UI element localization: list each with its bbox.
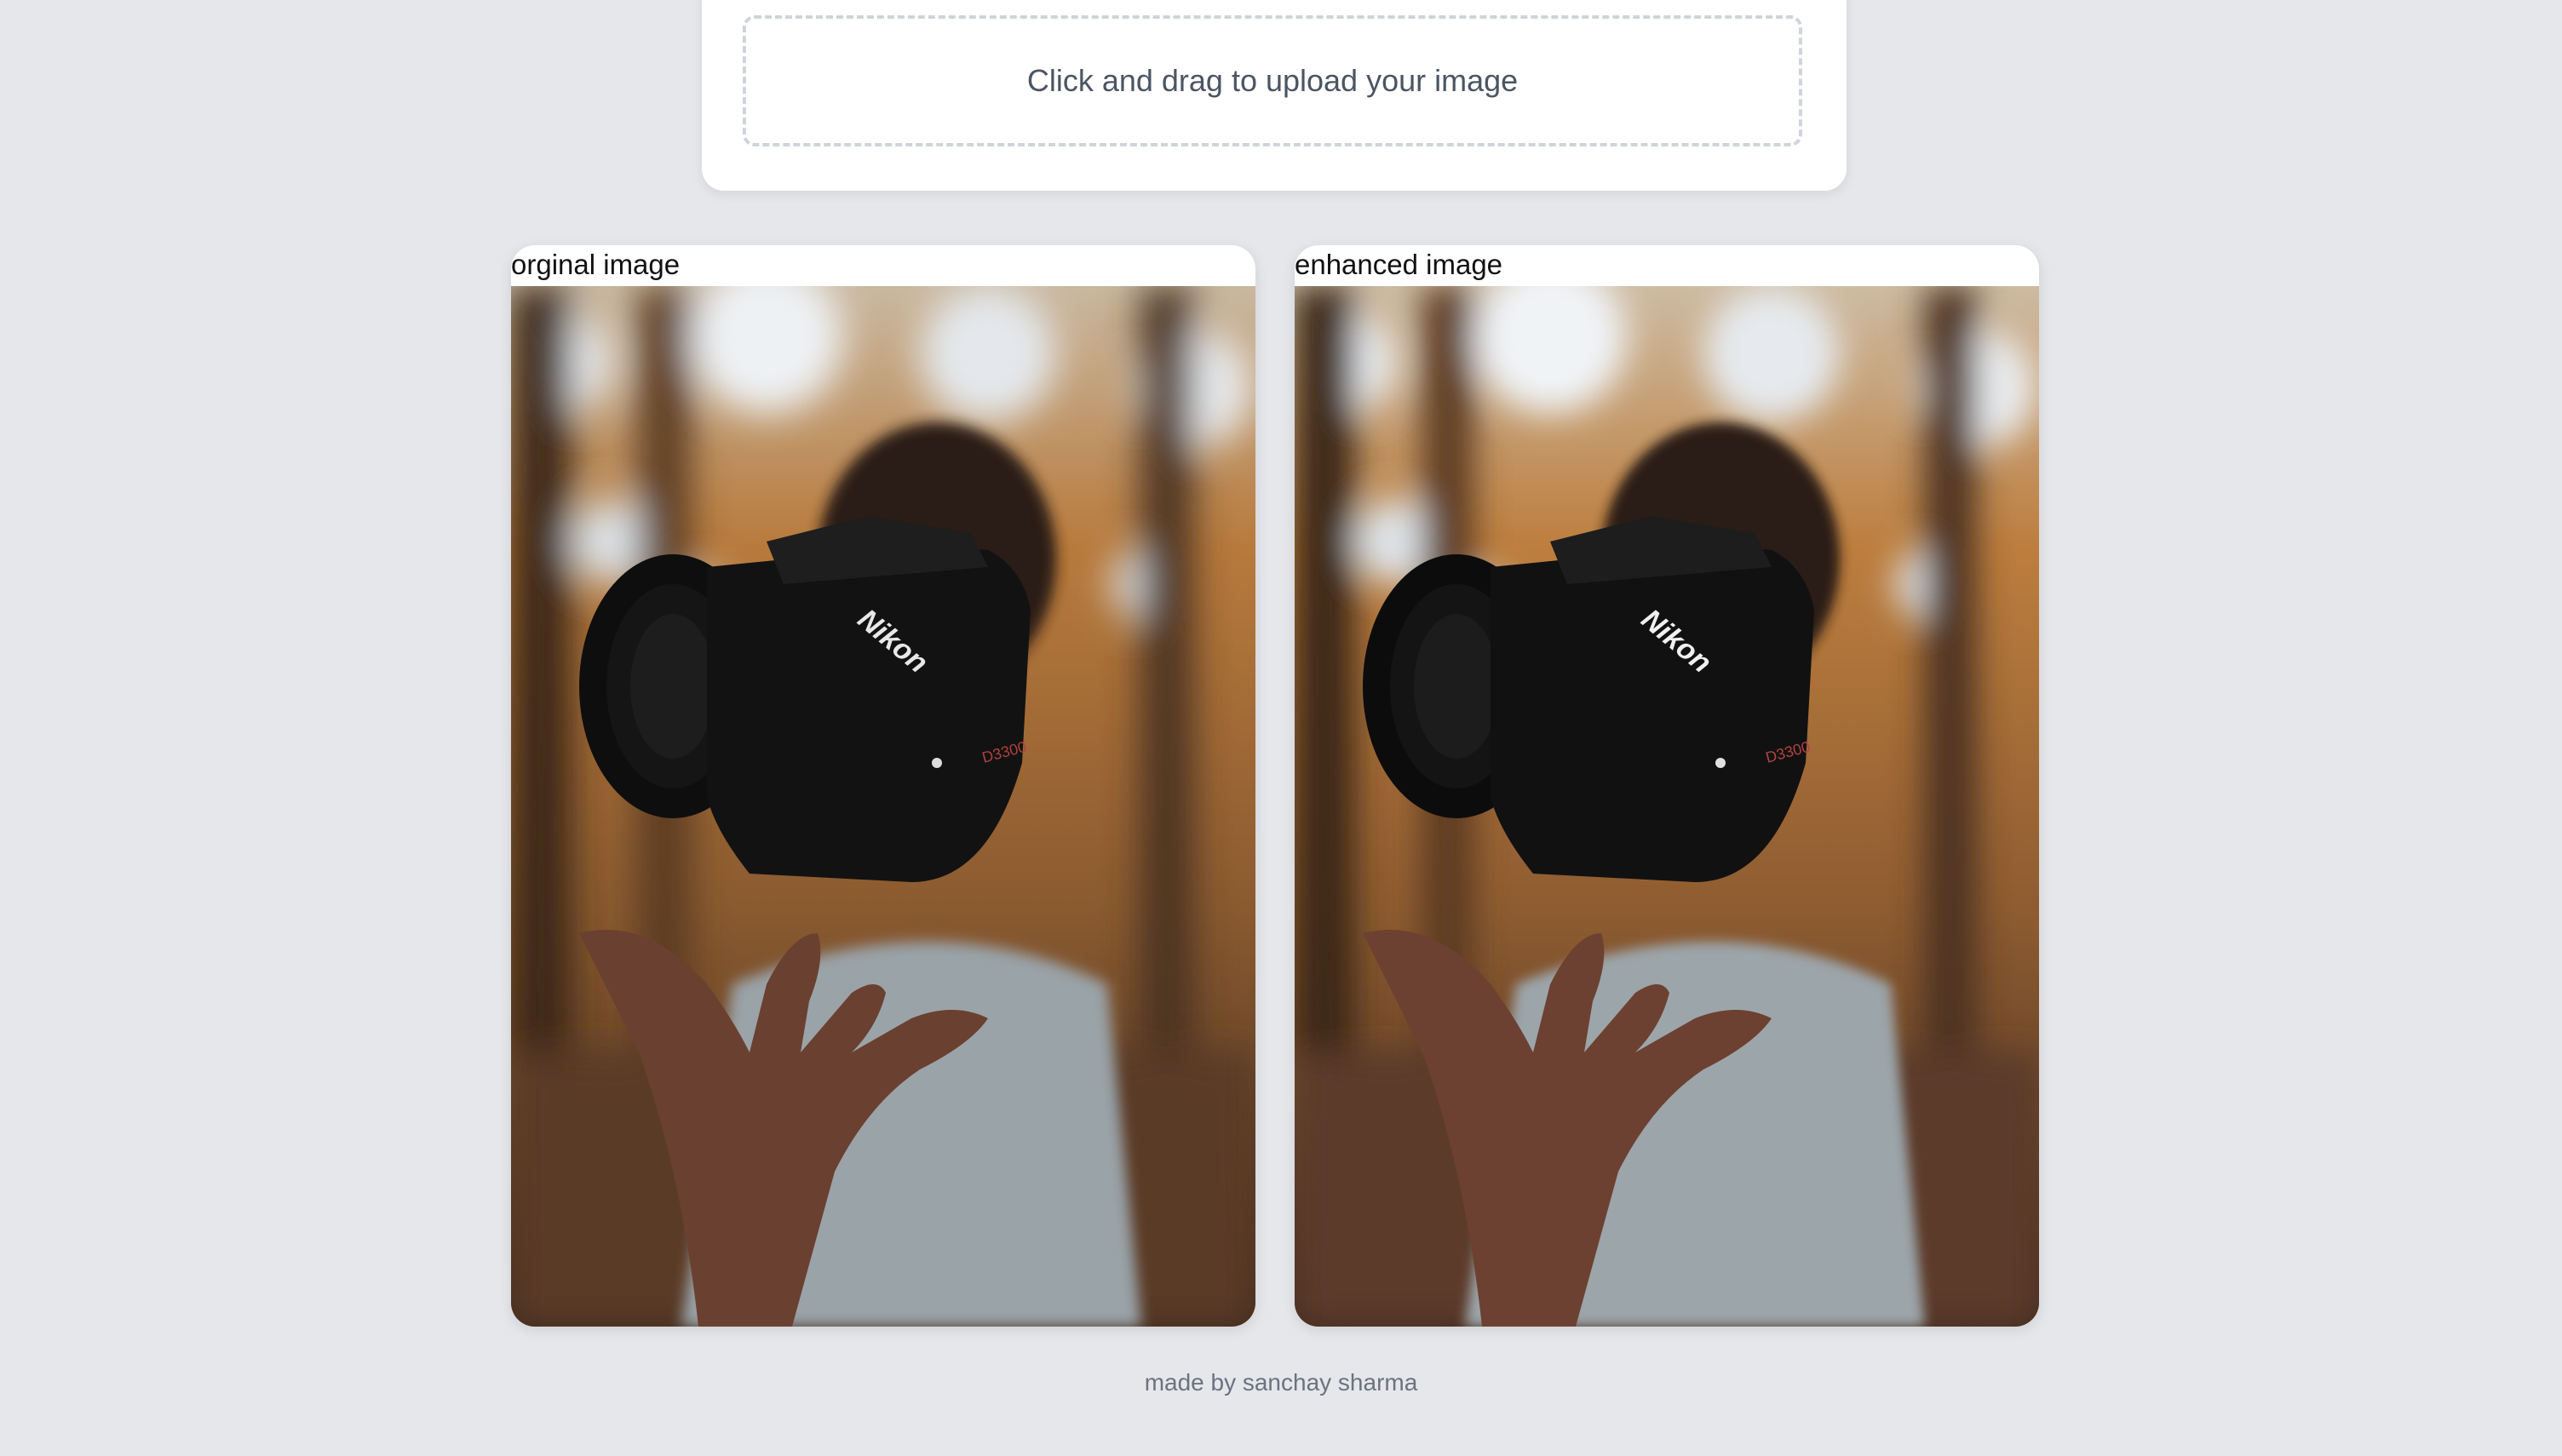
enhanced-image-title: enhanced image — [1295, 249, 1503, 280]
upload-dropzone[interactable]: Click and drag to upload your image — [743, 15, 1802, 146]
footer-credit: made by sanchay sharma — [1144, 1369, 1418, 1396]
upload-prompt: Click and drag to upload your image — [1026, 63, 1519, 98]
original-image-title: orginal image — [511, 249, 681, 280]
original-image-panel: orginal image Nikon D3300 — [511, 245, 1255, 1327]
enhanced-image: Nikon D3300 — [1295, 286, 2039, 1327]
upload-card: Click and drag to upload your image — [702, 0, 1847, 191]
original-image: Nikon D3300 — [511, 286, 1255, 1327]
enhanced-image-panel: enhanced image Nikon D3300 — [1295, 245, 2039, 1327]
